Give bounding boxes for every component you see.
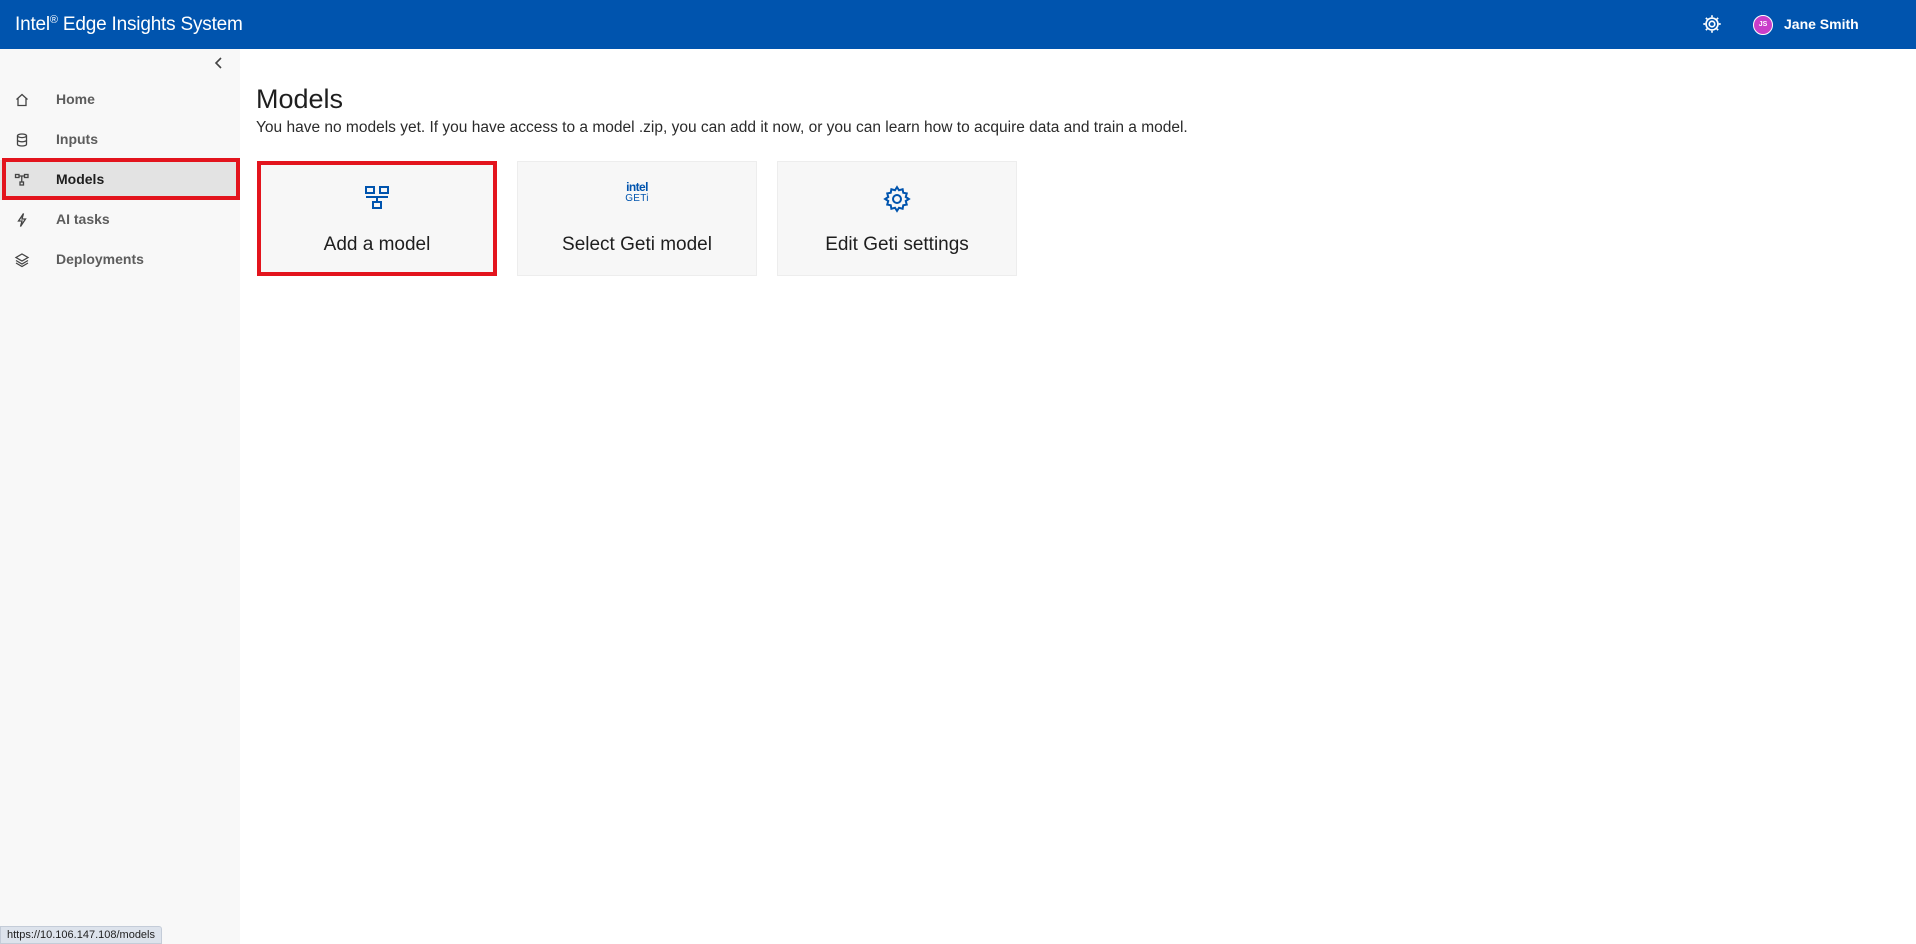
intel-geti-logo: intel GETi: [625, 180, 649, 204]
app-title: Intel® Edge Insights System: [15, 14, 243, 35]
sidebar-item-inputs[interactable]: Inputs: [0, 120, 240, 160]
status-url: https://10.106.147.108/models: [0, 926, 162, 944]
sidebar-item-label: Deployments: [56, 251, 144, 267]
user-name: Jane Smith: [1784, 16, 1859, 32]
add-model-icon: [364, 184, 390, 215]
sidebar-item-ai-tasks[interactable]: AI tasks: [0, 200, 240, 240]
sidebar-item-label: Inputs: [56, 131, 98, 147]
top-bar: Intel® Edge Insights System JS Jane Smit…: [0, 0, 1916, 49]
page-title: Models: [256, 84, 344, 114]
edit-geti-settings-card[interactable]: Edit Geti settings: [777, 161, 1017, 276]
page-description: You have no models yet. If you have acce…: [256, 119, 1188, 136]
model-network-icon: [14, 172, 30, 188]
sidebar-item-label: Home: [56, 91, 95, 107]
lightning-icon: [14, 212, 30, 228]
sidebar-item-home[interactable]: Home: [0, 80, 240, 120]
select-geti-model-card[interactable]: intel GETi Select Geti model: [517, 161, 757, 276]
gear-icon: [882, 184, 912, 219]
sidebar: Home Inputs Models AI tasks Deployments: [0, 49, 240, 944]
sidebar-item-models[interactable]: Models: [0, 160, 240, 200]
sidebar-item-deployments[interactable]: Deployments: [0, 240, 240, 280]
edit-geti-settings-label: Edit Geti settings: [825, 234, 969, 255]
chevron-left-icon[interactable]: [210, 54, 228, 72]
layers-icon: [14, 252, 30, 268]
add-model-card[interactable]: Add a model: [257, 161, 497, 276]
select-geti-model-label: Select Geti model: [562, 234, 712, 255]
home-icon: [14, 92, 30, 108]
sidebar-item-label: AI tasks: [56, 211, 110, 227]
avatar: JS: [1753, 15, 1773, 35]
add-model-label: Add a model: [323, 234, 431, 255]
settings-gear-icon[interactable]: [1701, 13, 1723, 35]
database-icon: [14, 132, 30, 148]
sidebar-item-label: Models: [56, 171, 105, 187]
